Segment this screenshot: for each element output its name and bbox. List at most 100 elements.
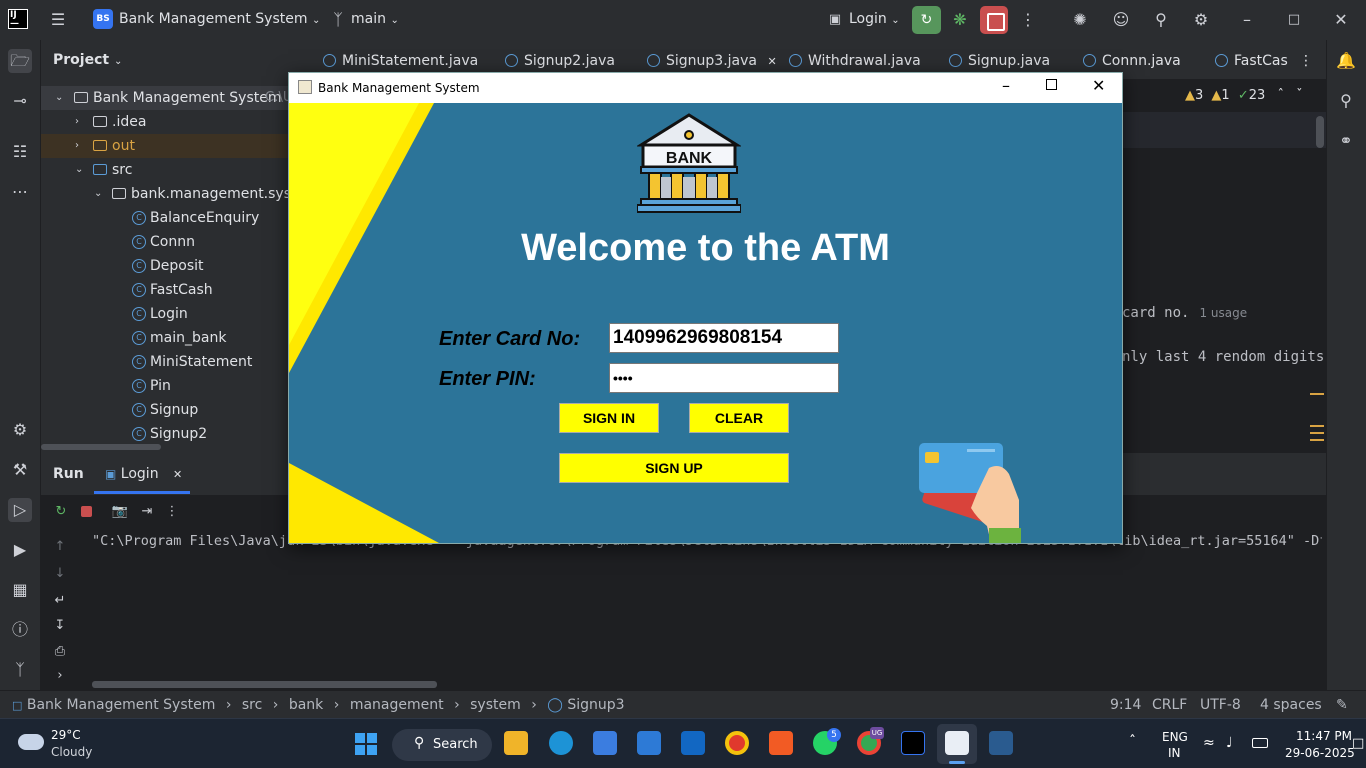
chevron-up-icon[interactable]: ˆ xyxy=(1277,88,1284,103)
horizontal-scrollbar[interactable] xyxy=(41,444,161,450)
microsoft-store-icon[interactable] xyxy=(593,731,617,755)
terminal-icon[interactable]: ▦ xyxy=(8,578,32,602)
edge-browser-icon[interactable] xyxy=(549,731,573,755)
soft-wrap-icon[interactable]: ↵ xyxy=(51,592,69,610)
tree-item-out[interactable]: › out xyxy=(41,134,309,158)
add-user-icon[interactable]: ☺ xyxy=(1111,10,1131,30)
sign-up-button[interactable]: SIGN UP xyxy=(559,453,789,483)
volume-icon[interactable]: ♩ xyxy=(1226,735,1233,751)
breadcrumb-item[interactable]: src xyxy=(242,697,262,713)
outlook-icon[interactable] xyxy=(681,731,705,755)
breadcrumb-item[interactable]: management xyxy=(350,697,444,713)
atm-window-titlebar[interactable]: Bank Management System – ✕ xyxy=(289,73,1122,103)
tree-item-class[interactable]: C BalanceEnquiry xyxy=(41,206,309,230)
indent-setting[interactable]: 4 spaces xyxy=(1260,697,1322,713)
tree-item-class[interactable]: C Connn xyxy=(41,230,309,254)
tab-signup[interactable]: Signup.java xyxy=(949,53,1050,69)
brave-browser-icon[interactable] xyxy=(769,731,793,755)
lock-icon[interactable]: ✎ xyxy=(1336,697,1348,713)
intellij-taskbar-icon[interactable] xyxy=(901,731,925,755)
breadcrumb-item[interactable]: bank xyxy=(289,697,323,713)
project-badge[interactable]: BS xyxy=(93,9,113,29)
stop-button[interactable] xyxy=(980,6,1008,34)
project-panel-title[interactable]: Project ⌄ xyxy=(53,52,122,68)
breadcrumb-item[interactable]: system xyxy=(470,697,521,713)
debug-tool-icon[interactable]: ▶ xyxy=(8,538,32,562)
tree-item-src[interactable]: ⌄ src xyxy=(41,158,309,182)
exit-icon[interactable]: ⇥ xyxy=(138,503,156,521)
arrow-down-icon[interactable]: ↓ xyxy=(51,565,69,583)
tab-connn[interactable]: Connn.java xyxy=(1083,53,1181,69)
stop-icon[interactable] xyxy=(78,503,96,521)
notifications-icon[interactable]: □ xyxy=(1352,736,1364,751)
java-app-icon[interactable] xyxy=(945,731,969,755)
tab-fastcash[interactable]: FastCas xyxy=(1215,53,1288,69)
editor-scrollbar[interactable] xyxy=(1316,116,1324,148)
project-folder-icon[interactable]: 🗁 xyxy=(8,49,32,73)
tree-item-class[interactable]: C MiniStatement xyxy=(41,350,309,374)
chevron-right-icon[interactable]: › xyxy=(51,667,69,685)
region-indicator[interactable]: IN xyxy=(1168,746,1181,760)
tree-item-package[interactable]: ⌄ bank.management.system xyxy=(41,182,309,206)
weather-temp[interactable]: 29°C xyxy=(51,728,81,742)
mail-icon[interactable] xyxy=(637,731,661,755)
battery-icon[interactable] xyxy=(1252,738,1268,748)
file-explorer-icon[interactable] xyxy=(504,731,528,755)
run-tab-login[interactable]: ▣ Login ✕ xyxy=(105,466,182,482)
more-options-icon[interactable]: ⋮ xyxy=(163,503,181,521)
tree-item-class[interactable]: Cmain_bank xyxy=(41,326,309,350)
scroll-to-end-icon[interactable]: ↧ xyxy=(51,617,69,635)
chevron-up-icon[interactable]: ˆ xyxy=(1129,734,1136,750)
main-menu-icon[interactable]: ☰ xyxy=(48,10,68,30)
problems-icon[interactable]: ⓘ xyxy=(8,618,32,642)
sign-in-button[interactable]: SIGN IN xyxy=(559,403,659,433)
branch-dropdown[interactable]: main ⌄ xyxy=(351,11,399,27)
chrome-icon[interactable] xyxy=(725,731,749,755)
close-icon[interactable]: ✕ xyxy=(173,468,182,481)
taskbar-search[interactable]: ⚲ Search xyxy=(392,729,492,761)
tab-signup2[interactable]: Signup2.java xyxy=(505,53,615,69)
tree-item-class[interactable]: C FastCash xyxy=(41,278,309,302)
tree-item-class[interactable]: C Login xyxy=(41,302,309,326)
run-config-dropdown[interactable]: Login ⌄ xyxy=(849,11,900,27)
ai-assistant-icon[interactable]: ✺ xyxy=(1070,10,1090,30)
maximize-icon[interactable] xyxy=(1046,79,1057,90)
clock-date[interactable]: 29-06-2025 xyxy=(1285,746,1355,760)
maximize-icon[interactable]: □ xyxy=(1284,10,1304,30)
arrow-up-icon[interactable]: ↑ xyxy=(51,538,69,556)
breadcrumb-item[interactable]: Signup3 xyxy=(567,697,624,713)
tab-withdrawal[interactable]: Withdrawal.java xyxy=(789,53,921,69)
minimize-icon[interactable]: – xyxy=(1002,76,1010,95)
language-indicator[interactable]: ENG xyxy=(1162,730,1188,744)
build-hammer-icon[interactable]: ⚒ xyxy=(8,458,32,482)
more-tabs-icon[interactable]: ⋮ xyxy=(1299,53,1313,69)
chevron-down-icon[interactable]: ˇ xyxy=(1296,88,1303,103)
services-icon[interactable]: ⚙ xyxy=(8,418,32,442)
project-name-dropdown[interactable]: Bank Management System ⌄ xyxy=(119,11,320,27)
run-play-icon[interactable]: ▷ xyxy=(8,498,32,522)
breadcrumb-item[interactable]: Bank Management System xyxy=(27,697,216,713)
structure-icon[interactable]: ☷ xyxy=(8,140,32,164)
print-icon[interactable]: ⎙ xyxy=(51,643,69,661)
tree-item-class[interactable]: C Signup2 xyxy=(41,422,309,446)
console-scrollbar[interactable] xyxy=(92,681,437,688)
pin-field[interactable] xyxy=(609,363,839,393)
minimize-icon[interactable]: – xyxy=(1237,10,1257,30)
notifications-bell-icon[interactable]: 🔔 xyxy=(1334,49,1358,73)
intellij-logo-icon[interactable]: IJ — xyxy=(8,9,28,29)
tree-item-class[interactable]: C Deposit xyxy=(41,254,309,278)
settings-gear-icon[interactable]: ⚙ xyxy=(1191,10,1211,30)
close-tab-icon[interactable]: ✕ xyxy=(767,55,776,68)
wifi-icon[interactable]: ≈ xyxy=(1203,735,1215,751)
caret-position[interactable]: 9:14 xyxy=(1110,697,1141,713)
camera-icon[interactable]: 📷 xyxy=(111,503,129,521)
python-console-icon[interactable]: ⚭ xyxy=(1334,129,1358,153)
rerun-icon[interactable]: ↻ xyxy=(52,503,70,521)
more-options-icon[interactable]: ⋮ xyxy=(1018,10,1038,30)
ai-chat-icon[interactable]: ⚲ xyxy=(1334,89,1358,113)
tab-signup3[interactable]: Signup3.java ✕ xyxy=(647,53,777,69)
commit-icon[interactable]: ⊸ xyxy=(8,89,32,113)
git-icon[interactable]: ᛉ xyxy=(8,658,32,682)
more-tools-icon[interactable]: ⋯ xyxy=(8,180,32,204)
remote-desktop-icon[interactable] xyxy=(989,731,1013,755)
